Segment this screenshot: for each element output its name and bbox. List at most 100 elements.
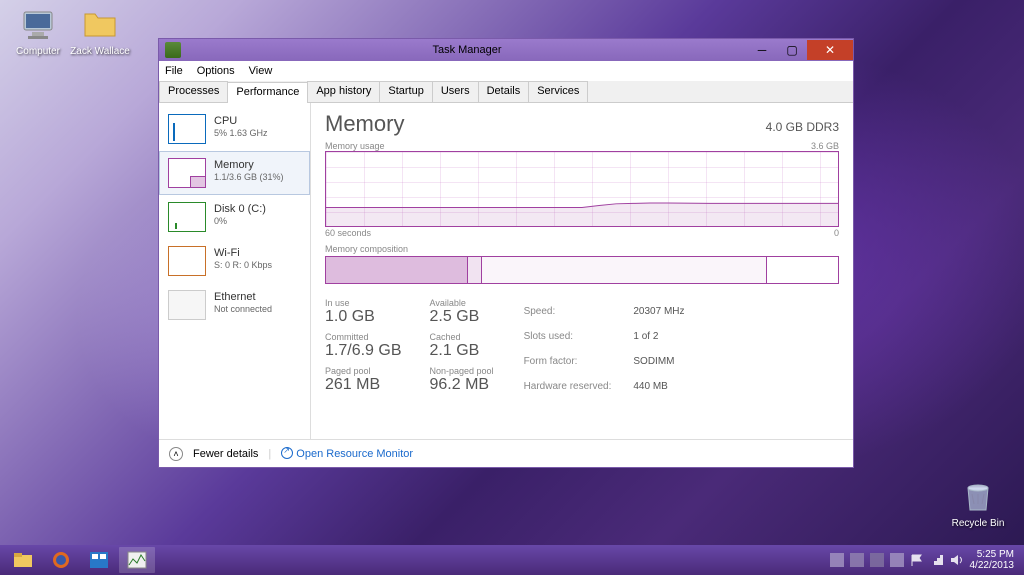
open-resource-monitor-link[interactable]: Open Resource Monitor — [281, 447, 413, 460]
resource-sub: S: 0 R: 0 Kbps — [214, 260, 272, 272]
tray-icon[interactable] — [830, 553, 844, 567]
task-manager-icon — [165, 42, 181, 58]
tab-app-history[interactable]: App history — [307, 81, 380, 102]
disk-thumb-icon — [168, 202, 206, 232]
xaxis-right: 0 — [834, 228, 839, 238]
resource-name: Wi-Fi — [214, 246, 272, 260]
menu-options[interactable]: Options — [197, 65, 235, 77]
system-tray: 5:25 PM 4/22/2013 — [830, 549, 1021, 571]
slots-value: 1 of 2 — [633, 325, 684, 348]
desktop-background[interactable]: Computer Zack Wallace Recycle Bin Task M… — [0, 0, 1024, 575]
fewer-details-link[interactable]: Fewer details — [193, 448, 258, 460]
tray-icon[interactable] — [890, 553, 904, 567]
wifi-thumb-icon — [168, 246, 206, 276]
memory-thumb-icon — [168, 158, 206, 188]
desktop-icon-recycle-bin[interactable]: Recycle Bin — [948, 476, 1008, 529]
tray-icon[interactable] — [870, 553, 884, 567]
available-value: 2.5 GB — [430, 308, 494, 326]
desktop-icon-computer[interactable]: Computer — [8, 4, 68, 57]
paged-label: Paged pool — [325, 366, 402, 376]
resource-name: Memory — [214, 158, 284, 172]
resource-list: CPU 5% 1.63 GHz Memory 1.1/3.6 GB (31%) … — [159, 103, 311, 439]
task-manager-window: Task Manager ─ ▢ ✕ File Options View Pro… — [158, 38, 854, 468]
window-footer: ˄ Fewer details | Open Resource Monitor — [159, 439, 853, 467]
tabbar: Processes Performance App history Startu… — [159, 81, 853, 103]
taskbar-firefox[interactable] — [43, 547, 79, 573]
resource-item-cpu[interactable]: CPU 5% 1.63 GHz — [159, 107, 310, 151]
clock-time: 5:25 PM — [970, 549, 1015, 560]
xaxis-left: 60 seconds — [325, 228, 371, 238]
composition-label: Memory composition — [325, 244, 408, 254]
slots-label: Slots used: — [524, 325, 632, 348]
resource-sub: 5% 1.63 GHz — [214, 128, 268, 140]
memory-panel: Memory 4.0 GB DDR3 Memory usage 3.6 GB 6… — [311, 103, 853, 439]
available-label: Available — [430, 298, 494, 308]
resource-item-wifi[interactable]: Wi-Fi S: 0 R: 0 Kbps — [159, 239, 310, 283]
paged-value: 261 MB — [325, 376, 402, 394]
clock-date: 4/22/2013 — [970, 560, 1015, 571]
memory-spec: 4.0 GB DDR3 — [766, 120, 839, 134]
in-use-label: In use — [325, 298, 402, 308]
resource-sub: 0% — [214, 216, 266, 228]
minimize-button[interactable]: ─ — [747, 40, 777, 60]
reserved-value: 440 MB — [633, 375, 684, 398]
resource-item-memory[interactable]: Memory 1.1/3.6 GB (31%) — [159, 151, 310, 195]
desktop-icon-label: Recycle Bin — [948, 518, 1008, 529]
resource-name: CPU — [214, 114, 268, 128]
computer-icon — [18, 4, 58, 44]
resource-name: Ethernet — [214, 290, 272, 304]
tab-startup[interactable]: Startup — [379, 81, 432, 102]
tray-flag-icon[interactable] — [910, 553, 924, 567]
resource-sub: Not connected — [214, 304, 272, 316]
resource-item-disk[interactable]: Disk 0 (C:) 0% — [159, 195, 310, 239]
tray-volume-icon[interactable] — [950, 553, 964, 567]
resource-item-ethernet[interactable]: Ethernet Not connected — [159, 283, 310, 327]
resource-monitor-icon — [281, 447, 293, 459]
menu-file[interactable]: File — [165, 65, 183, 77]
tab-performance[interactable]: Performance — [227, 82, 308, 103]
form-label: Form factor: — [524, 350, 632, 373]
taskbar-app[interactable] — [81, 547, 117, 573]
cpu-thumb-icon — [168, 114, 206, 144]
committed-value: 1.7/6.9 GB — [325, 342, 402, 360]
resource-sub: 1.1/3.6 GB (31%) — [214, 172, 284, 184]
form-value: SODIMM — [633, 350, 684, 373]
menubar: File Options View — [159, 61, 853, 81]
desktop-icon-user-folder[interactable]: Zack Wallace — [70, 4, 130, 57]
memory-composition-bar — [325, 256, 839, 284]
chevron-up-icon[interactable]: ˄ — [169, 447, 183, 461]
tab-users[interactable]: Users — [432, 81, 479, 102]
nonpaged-value: 96.2 MB — [430, 376, 494, 394]
folder-icon — [80, 4, 120, 44]
resource-name: Disk 0 (C:) — [214, 202, 266, 216]
cached-label: Cached — [430, 332, 494, 342]
reserved-label: Hardware reserved: — [524, 375, 632, 398]
window-title: Task Manager — [187, 44, 747, 56]
desktop-icon-label: Zack Wallace — [70, 46, 130, 57]
desktop-icon-label: Computer — [8, 46, 68, 57]
memory-usage-chart — [325, 151, 839, 227]
taskbar[interactable]: 5:25 PM 4/22/2013 — [0, 545, 1024, 575]
titlebar[interactable]: Task Manager ─ ▢ ✕ — [159, 39, 853, 61]
nonpaged-label: Non-paged pool — [430, 366, 494, 376]
close-button[interactable]: ✕ — [807, 40, 853, 60]
panel-title: Memory — [325, 111, 404, 137]
taskbar-explorer[interactable] — [5, 547, 41, 573]
cached-value: 2.1 GB — [430, 342, 494, 360]
tab-services[interactable]: Services — [528, 81, 588, 102]
tab-details[interactable]: Details — [478, 81, 530, 102]
taskbar-clock[interactable]: 5:25 PM 4/22/2013 — [970, 549, 1015, 571]
tray-network-icon[interactable] — [930, 553, 944, 567]
ethernet-thumb-icon — [168, 290, 206, 320]
tray-icon[interactable] — [850, 553, 864, 567]
usage-chart-label: Memory usage — [325, 141, 385, 151]
speed-value: 20307 MHz — [633, 300, 684, 323]
recycle-bin-icon — [958, 476, 998, 516]
usage-chart-max: 3.6 GB — [811, 141, 839, 151]
taskbar-task-manager[interactable] — [119, 547, 155, 573]
menu-view[interactable]: View — [249, 65, 273, 77]
maximize-button[interactable]: ▢ — [777, 40, 807, 60]
in-use-value: 1.0 GB — [325, 308, 402, 326]
committed-label: Committed — [325, 332, 402, 342]
tab-processes[interactable]: Processes — [159, 81, 228, 102]
